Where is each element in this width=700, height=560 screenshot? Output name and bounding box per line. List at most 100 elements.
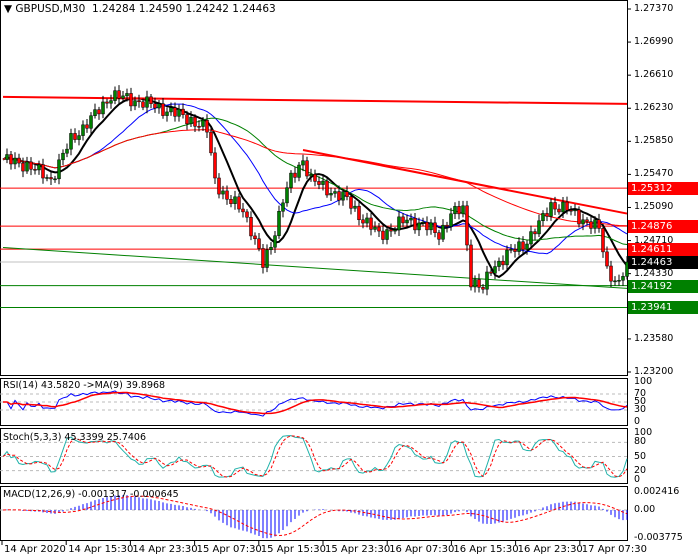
candle-body	[181, 108, 185, 115]
candle-body	[461, 205, 465, 215]
chart-canvas[interactable]	[0, 0, 700, 560]
stoch-label: Stoch(5,3,3) 45.3399 25.7406	[3, 432, 147, 443]
candle-body	[197, 126, 201, 128]
candle-body	[381, 230, 385, 240]
candle-body	[437, 232, 441, 240]
candle-body	[121, 95, 125, 99]
candle-body	[65, 148, 69, 154]
candle-body	[429, 222, 433, 231]
candle-body	[469, 244, 473, 288]
candle-body	[157, 103, 161, 109]
price-axis-label: 1.26990	[634, 36, 674, 48]
candle-body	[333, 191, 337, 194]
candle-body	[37, 164, 41, 171]
candle-body	[365, 217, 369, 224]
rsi-axis-label: 0	[634, 416, 641, 427]
candle-body	[317, 181, 321, 185]
candle-body	[377, 226, 381, 232]
candle-body	[249, 216, 253, 237]
candle-body	[305, 160, 309, 177]
candle-body	[357, 205, 361, 221]
candle-body	[413, 217, 417, 231]
trendline-resistance-long	[2, 95, 628, 105]
candle-body	[389, 229, 393, 232]
candle-body	[385, 229, 389, 240]
candle-body	[133, 100, 137, 107]
candle-body	[301, 160, 305, 166]
candle-body	[49, 177, 53, 180]
candle-body	[433, 222, 437, 233]
dropdown-triangle-icon[interactable]: ▼	[4, 3, 12, 15]
candle-body	[221, 190, 225, 195]
candle-body	[289, 172, 293, 188]
candle-body	[565, 201, 569, 211]
time-axis-label: 15 Apr 15:30	[260, 544, 326, 555]
candle-body	[57, 159, 61, 180]
trendline-support-green	[2, 247, 628, 289]
candle-body	[341, 191, 345, 201]
price-level-badge: 1.25312	[628, 182, 698, 196]
candle-body	[13, 157, 17, 165]
price-axis-label: 1.24330	[634, 267, 674, 279]
candle-body	[217, 177, 221, 195]
time-axis-label: 14 Apr 2020	[4, 544, 66, 555]
candle-body	[85, 124, 89, 129]
candle-body	[605, 251, 609, 267]
candle-body	[101, 101, 105, 115]
candle-body	[421, 221, 425, 224]
stoch-axis-label: 80	[634, 436, 647, 448]
time-axis-label: 14 Apr 15:30	[68, 544, 134, 555]
candle-body	[117, 90, 121, 99]
candle-body	[445, 224, 449, 227]
candle-body	[409, 217, 413, 221]
price-axis-label: 1.26230	[634, 102, 674, 114]
candle-body	[21, 162, 25, 172]
candle-body	[213, 152, 217, 179]
candle-body	[61, 152, 65, 161]
candle-body	[93, 109, 97, 116]
chart-title: ▼ GBPUSD,M30 1.24284 1.24590 1.24242 1.2…	[4, 3, 276, 15]
candle-body	[149, 96, 153, 104]
candle-body	[169, 107, 173, 113]
symbol-label: GBPUSD,M30	[15, 3, 86, 15]
candle-body	[501, 260, 505, 266]
candle-body	[505, 249, 509, 266]
price-axis-label: 1.25850	[634, 135, 674, 147]
candle-body	[397, 216, 401, 231]
candle-body	[177, 108, 181, 117]
candle-body	[233, 196, 237, 204]
candle-body	[573, 209, 577, 212]
candle-body	[477, 279, 481, 288]
candle-body	[621, 276, 625, 281]
candle-body	[549, 202, 553, 217]
stoch-axis-label: 50	[634, 450, 647, 462]
candle-body	[293, 172, 297, 178]
candle-body	[405, 219, 409, 224]
candle-body	[253, 235, 257, 240]
time-axis-label: 16 Apr 07:30	[389, 544, 455, 555]
candle-body	[481, 287, 485, 290]
price-axis-label: 1.27370	[634, 3, 674, 14]
candle-body	[609, 265, 613, 282]
candle-body	[193, 116, 197, 127]
candle-body	[533, 231, 537, 235]
candle-body	[509, 249, 513, 251]
ohlc-high: 1.24590	[138, 3, 183, 15]
candle-body	[9, 154, 13, 165]
time-axis-label: 16 Apr 23:30	[517, 544, 583, 555]
candle-body	[129, 93, 133, 107]
candle-body	[349, 196, 353, 209]
candle-body	[125, 93, 129, 97]
candle-body	[401, 216, 405, 224]
candle-body	[69, 133, 73, 150]
candle-body	[165, 111, 169, 116]
candle-body	[205, 119, 209, 133]
candle-body	[185, 114, 189, 125]
candle-body	[613, 280, 617, 283]
candle-body	[153, 103, 157, 109]
candle-body	[25, 161, 29, 172]
candle-body	[97, 109, 101, 115]
candle-body	[617, 280, 621, 282]
candle-body	[589, 221, 593, 229]
candle-body	[5, 154, 9, 160]
